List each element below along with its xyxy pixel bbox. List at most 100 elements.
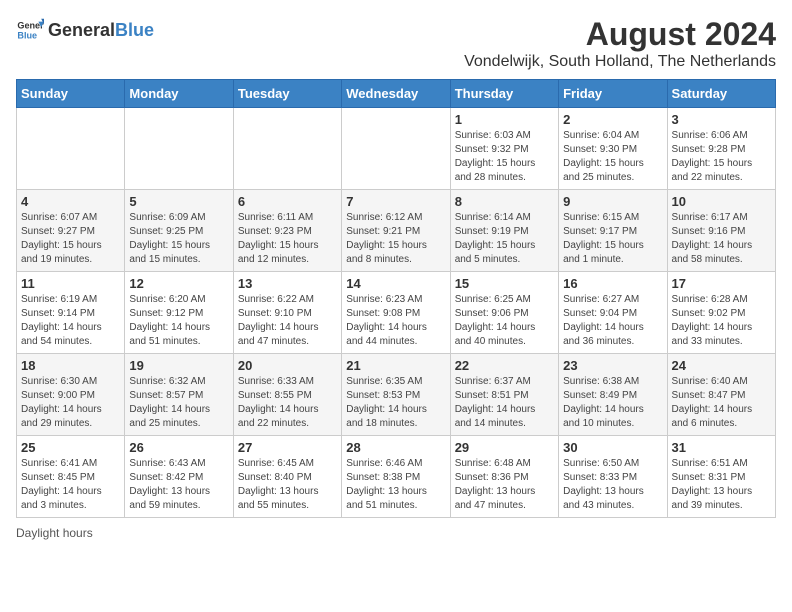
calendar-day-header: Wednesday — [342, 80, 450, 108]
calendar-header-row: SundayMondayTuesdayWednesdayThursdayFrid… — [17, 80, 776, 108]
calendar-cell — [17, 108, 125, 190]
day-info: Sunrise: 6:09 AM Sunset: 9:25 PM Dayligh… — [129, 211, 228, 267]
calendar-cell: 7 Sunrise: 6:12 AM Sunset: 9:21 PM Daylig… — [342, 190, 450, 272]
day-number: 25 — [21, 440, 120, 455]
calendar-cell: 28 Sunrise: 6:46 AM Sunset: 8:38 PM Dayli… — [342, 436, 450, 518]
calendar-cell: 16 Sunrise: 6:27 AM Sunset: 9:04 PM Dayli… — [559, 272, 667, 354]
calendar-day-header: Thursday — [450, 80, 558, 108]
day-info: Sunrise: 6:11 AM Sunset: 9:23 PM Dayligh… — [238, 211, 337, 267]
calendar-cell: 8Sunrise: 6:14 AM Sunset: 9:19 PM Daylig… — [450, 190, 558, 272]
logo: General Blue General Blue — [16, 16, 154, 44]
calendar-table: SundayMondayTuesdayWednesdayThursdayFrid… — [16, 79, 776, 518]
calendar-cell — [125, 108, 233, 190]
calendar-cell: 10 Sunrise: 6:17 AM Sunset: 9:16 PM Dayli… — [667, 190, 775, 272]
calendar-cell: 3 Sunrise: 6:06 AM Sunset: 9:28 PM Daylig… — [667, 108, 775, 190]
day-number: 12 — [129, 276, 228, 291]
day-info: Sunrise: 6:22 AM Sunset: 9:10 PM Dayligh… — [238, 293, 337, 349]
day-number: 24 — [672, 358, 771, 373]
calendar-cell: 24 Sunrise: 6:40 AM Sunset: 8:47 PM Dayli… — [667, 354, 775, 436]
day-number: 5 — [129, 194, 228, 209]
location-subtitle: Vondelwijk, South Holland, The Netherlan… — [464, 53, 776, 71]
day-number: 7 — [346, 194, 445, 209]
day-number: 16 — [563, 276, 662, 291]
calendar-day-header: Tuesday — [233, 80, 341, 108]
day-number: 15 — [455, 276, 554, 291]
day-info: Sunrise: 6:17 AM Sunset: 9:16 PM Dayligh… — [672, 211, 771, 267]
calendar-day-header: Monday — [125, 80, 233, 108]
day-info: Sunrise: 6:12 AM Sunset: 9:21 PM Dayligh… — [346, 211, 445, 267]
main-title: August 2024 — [464, 16, 776, 53]
day-info: Sunrise: 6:38 AM Sunset: 8:49 PM Dayligh… — [563, 375, 662, 431]
day-number: 31 — [672, 440, 771, 455]
day-info: Sunrise: 6:19 AM Sunset: 9:14 PM Dayligh… — [21, 293, 120, 349]
day-number: 28 — [346, 440, 445, 455]
calendar-cell: 2 Sunrise: 6:04 AM Sunset: 9:30 PM Daylig… — [559, 108, 667, 190]
day-info: Sunrise: 6:41 AM Sunset: 8:45 PM Dayligh… — [21, 457, 120, 513]
day-info: Sunrise: 6:03 AM Sunset: 9:32 PM Dayligh… — [455, 129, 554, 185]
svg-text:Blue: Blue — [17, 30, 37, 40]
day-number: 3 — [672, 112, 771, 127]
calendar-cell: 11 Sunrise: 6:19 AM Sunset: 9:14 PM Dayli… — [17, 272, 125, 354]
day-number: 9 — [563, 194, 662, 209]
calendar-cell: 20 Sunrise: 6:33 AM Sunset: 8:55 PM Dayli… — [233, 354, 341, 436]
day-info: Sunrise: 6:51 AM Sunset: 8:31 PM Dayligh… — [672, 457, 771, 513]
title-block: August 2024 Vondelwijk, South Holland, T… — [464, 16, 776, 71]
calendar-week-row: 11 Sunrise: 6:19 AM Sunset: 9:14 PM Dayli… — [17, 272, 776, 354]
calendar-cell: 21Sunrise: 6:35 AM Sunset: 8:53 PM Dayli… — [342, 354, 450, 436]
day-info: Sunrise: 6:06 AM Sunset: 9:28 PM Dayligh… — [672, 129, 771, 185]
page-header: General Blue General Blue August 2024 Von… — [16, 16, 776, 71]
day-info: Sunrise: 6:45 AM Sunset: 8:40 PM Dayligh… — [238, 457, 337, 513]
calendar-cell: 5 Sunrise: 6:09 AM Sunset: 9:25 PM Daylig… — [125, 190, 233, 272]
calendar-cell: 25 Sunrise: 6:41 AM Sunset: 8:45 PM Dayli… — [17, 436, 125, 518]
day-number: 30 — [563, 440, 662, 455]
day-number: 1 — [455, 112, 554, 127]
calendar-cell — [233, 108, 341, 190]
calendar-week-row: 1 Sunrise: 6:03 AM Sunset: 9:32 PM Daylig… — [17, 108, 776, 190]
calendar-cell: 14Sunrise: 6:23 AM Sunset: 9:08 PM Dayli… — [342, 272, 450, 354]
day-info: Sunrise: 6:48 AM Sunset: 8:36 PM Dayligh… — [455, 457, 554, 513]
calendar-cell: 27 Sunrise: 6:45 AM Sunset: 8:40 PM Dayli… — [233, 436, 341, 518]
logo-icon: General Blue — [16, 16, 44, 44]
calendar-cell: 29 Sunrise: 6:48 AM Sunset: 8:36 PM Dayli… — [450, 436, 558, 518]
day-info: Sunrise: 6:35 AM Sunset: 8:53 PM Dayligh… — [346, 375, 445, 431]
day-info: Sunrise: 6:04 AM Sunset: 9:30 PM Dayligh… — [563, 129, 662, 185]
day-info: Sunrise: 6:27 AM Sunset: 9:04 PM Dayligh… — [563, 293, 662, 349]
calendar-cell: 12 Sunrise: 6:20 AM Sunset: 9:12 PM Dayli… — [125, 272, 233, 354]
day-number: 19 — [129, 358, 228, 373]
logo-text-general: General — [48, 20, 115, 41]
calendar-cell: 31 Sunrise: 6:51 AM Sunset: 8:31 PM Dayli… — [667, 436, 775, 518]
calendar-day-header: Saturday — [667, 80, 775, 108]
day-info: Sunrise: 6:32 AM Sunset: 8:57 PM Dayligh… — [129, 375, 228, 431]
calendar-cell: 9Sunrise: 6:15 AM Sunset: 9:17 PM Daylig… — [559, 190, 667, 272]
day-number: 10 — [672, 194, 771, 209]
calendar-cell: 18Sunrise: 6:30 AM Sunset: 9:00 PM Dayli… — [17, 354, 125, 436]
day-number: 22 — [455, 358, 554, 373]
day-info: Sunrise: 6:14 AM Sunset: 9:19 PM Dayligh… — [455, 211, 554, 267]
calendar-cell: 30 Sunrise: 6:50 AM Sunset: 8:33 PM Dayli… — [559, 436, 667, 518]
calendar-cell: 6 Sunrise: 6:11 AM Sunset: 9:23 PM Daylig… — [233, 190, 341, 272]
calendar-week-row: 18Sunrise: 6:30 AM Sunset: 9:00 PM Dayli… — [17, 354, 776, 436]
day-info: Sunrise: 6:46 AM Sunset: 8:38 PM Dayligh… — [346, 457, 445, 513]
calendar-week-row: 4 Sunrise: 6:07 AM Sunset: 9:27 PM Daylig… — [17, 190, 776, 272]
day-info: Sunrise: 6:33 AM Sunset: 8:55 PM Dayligh… — [238, 375, 337, 431]
day-info: Sunrise: 6:43 AM Sunset: 8:42 PM Dayligh… — [129, 457, 228, 513]
day-info: Sunrise: 6:20 AM Sunset: 9:12 PM Dayligh… — [129, 293, 228, 349]
day-number: 4 — [21, 194, 120, 209]
calendar-cell: 1 Sunrise: 6:03 AM Sunset: 9:32 PM Daylig… — [450, 108, 558, 190]
calendar-cell: 13Sunrise: 6:22 AM Sunset: 9:10 PM Dayli… — [233, 272, 341, 354]
day-number: 29 — [455, 440, 554, 455]
day-info: Sunrise: 6:30 AM Sunset: 9:00 PM Dayligh… — [21, 375, 120, 431]
day-number: 2 — [563, 112, 662, 127]
day-info: Sunrise: 6:50 AM Sunset: 8:33 PM Dayligh… — [563, 457, 662, 513]
day-info: Sunrise: 6:40 AM Sunset: 8:47 PM Dayligh… — [672, 375, 771, 431]
day-number: 6 — [238, 194, 337, 209]
calendar-cell: 15Sunrise: 6:25 AM Sunset: 9:06 PM Dayli… — [450, 272, 558, 354]
calendar-cell — [342, 108, 450, 190]
calendar-cell: 17Sunrise: 6:28 AM Sunset: 9:02 PM Dayli… — [667, 272, 775, 354]
day-info: Sunrise: 6:07 AM Sunset: 9:27 PM Dayligh… — [21, 211, 120, 267]
calendar-cell: 22Sunrise: 6:37 AM Sunset: 8:51 PM Dayli… — [450, 354, 558, 436]
calendar-week-row: 25 Sunrise: 6:41 AM Sunset: 8:45 PM Dayli… — [17, 436, 776, 518]
day-number: 11 — [21, 276, 120, 291]
day-number: 20 — [238, 358, 337, 373]
day-number: 27 — [238, 440, 337, 455]
